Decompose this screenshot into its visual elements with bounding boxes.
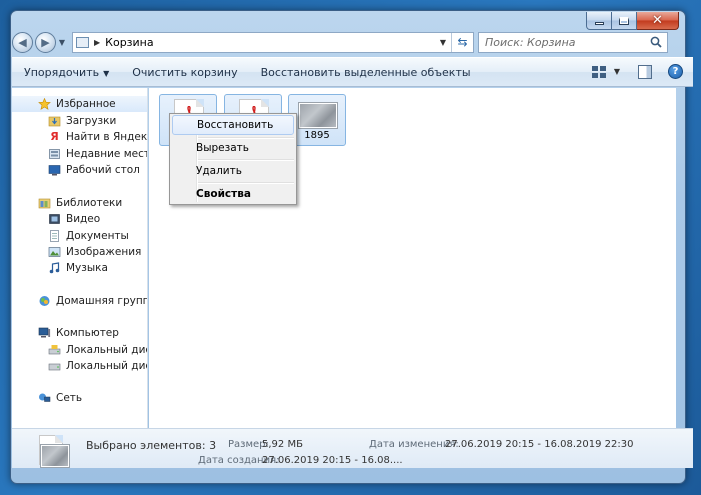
sidebar-item-label: Домашняя группа bbox=[56, 295, 148, 307]
organize-label: Упорядочить bbox=[24, 65, 100, 79]
modified-value: 27.06.2019 20:15 - 16.08.2019 22:30 bbox=[445, 439, 634, 450]
sidebar-item-label: Рабочий стол bbox=[66, 164, 140, 176]
preview-pane-icon[interactable] bbox=[638, 64, 652, 79]
breadcrumb-location[interactable]: Корзина bbox=[105, 36, 153, 49]
sidebar-item-network[interactable]: Сеть bbox=[12, 390, 147, 406]
address-bar[interactable]: ▶ Корзина ▼ ⇆ bbox=[72, 31, 474, 53]
sidebar-item-label: Видео bbox=[66, 213, 101, 225]
organize-button[interactable]: Упорядочить ▼ bbox=[24, 66, 120, 79]
view-options-dropdown[interactable]: ▼ bbox=[614, 67, 620, 76]
caption-buttons: ✕ bbox=[586, 12, 679, 30]
recent-places-icon bbox=[49, 149, 60, 159]
sidebar-item-video[interactable]: Видео bbox=[12, 211, 147, 227]
address-dropdown-icon[interactable]: ▼ bbox=[435, 38, 451, 47]
menu-item-delete[interactable]: Удалить bbox=[196, 161, 242, 181]
sidebar-item-favorites[interactable]: Избранное bbox=[12, 96, 147, 112]
refresh-icon[interactable]: ⇆ bbox=[451, 32, 473, 52]
change-view-icon[interactable] bbox=[591, 65, 606, 78]
image-thumbnail bbox=[41, 445, 69, 467]
sidebar-item-label: Документы bbox=[66, 230, 129, 242]
sidebar-item-libraries[interactable]: Библиотеки bbox=[12, 195, 147, 211]
sidebar-item-label: Загрузки bbox=[66, 115, 117, 127]
sidebar-item-label: Найти в Яндексе bbox=[66, 131, 148, 143]
system-drive-icon bbox=[48, 345, 61, 355]
music-icon bbox=[49, 262, 60, 274]
yandex-icon: Я bbox=[50, 130, 59, 143]
navigation-pane: Избранное Загрузки Я Найти в Яндексе Нед… bbox=[12, 88, 148, 428]
forward-button[interactable]: ▶ bbox=[35, 31, 56, 53]
sidebar-item-disk-d[interactable]: Локальный диск (D:) bbox=[12, 358, 147, 374]
downloads-folder-icon bbox=[48, 116, 61, 127]
search-input[interactable] bbox=[485, 35, 645, 49]
sidebar-item-label: Избранное bbox=[56, 98, 116, 110]
sidebar-item-label: Компьютер bbox=[56, 327, 119, 339]
video-icon bbox=[49, 214, 60, 224]
maximize-button[interactable] bbox=[612, 12, 637, 30]
selected-count: Выбрано элементов: 3 bbox=[86, 439, 217, 452]
sidebar-item-label: Сеть bbox=[56, 392, 83, 404]
search-icon[interactable] bbox=[650, 36, 662, 48]
close-icon: ✕ bbox=[652, 13, 663, 28]
sidebar-item-label: Локальный диск (D:) bbox=[66, 360, 147, 372]
libraries-icon bbox=[38, 198, 51, 209]
menu-item-restore[interactable]: Восстановить bbox=[172, 115, 294, 135]
maximize-icon bbox=[619, 16, 629, 25]
sidebar-item-music[interactable]: Музыка bbox=[12, 260, 147, 276]
sidebar-item-recent[interactable]: Недавние места bbox=[12, 146, 148, 162]
close-button[interactable]: ✕ bbox=[637, 12, 679, 30]
menu-item-cut[interactable]: Вырезать bbox=[196, 138, 249, 158]
computer-icon bbox=[38, 327, 51, 338]
back-button[interactable]: ◀ bbox=[12, 31, 33, 53]
size-value: 5,92 МБ bbox=[262, 439, 303, 450]
sidebar-item-label: Библиотеки bbox=[56, 197, 123, 209]
sidebar-item-homegroup[interactable]: Домашняя группа bbox=[12, 293, 148, 309]
restore-selected-button[interactable]: Восстановить выделенные объекты bbox=[261, 66, 482, 79]
network-icon bbox=[39, 393, 51, 402]
sidebar-item-label: Недавние места bbox=[66, 148, 148, 160]
minimize-icon bbox=[594, 22, 604, 25]
drive-icon bbox=[48, 363, 61, 371]
context-menu: Восстановить Вырезать Удалить Свойства bbox=[169, 113, 297, 205]
images-icon bbox=[48, 247, 61, 257]
sidebar-item-label: Изображения bbox=[66, 246, 142, 258]
back-arrow-icon: ◀ bbox=[18, 35, 27, 49]
breadcrumb-arrow-icon[interactable]: ▶ bbox=[94, 38, 100, 47]
recycle-bin-icon bbox=[76, 36, 89, 48]
sidebar-item-documents[interactable]: Документы bbox=[12, 228, 147, 244]
image-thumbnail bbox=[299, 103, 337, 128]
search-box[interactable] bbox=[478, 31, 668, 53]
menu-item-properties[interactable]: Свойства bbox=[196, 184, 251, 204]
address-row: ◀ ▶ ▼ ▶ Корзина ▼ ⇆ bbox=[12, 30, 693, 54]
sidebar-item-yandex[interactable]: Я Найти в Яндексе bbox=[12, 129, 148, 145]
selection-preview-icon bbox=[39, 435, 69, 467]
homegroup-icon bbox=[39, 296, 50, 306]
created-value: 27.06.2019 20:15 - 16.08.... bbox=[262, 455, 403, 466]
sidebar-item-downloads[interactable]: Загрузки bbox=[12, 113, 147, 129]
star-icon bbox=[38, 98, 51, 110]
file-name: 1895 bbox=[304, 130, 330, 141]
recent-pages-dropdown[interactable]: ▼ bbox=[56, 38, 68, 47]
command-bar: Упорядочить ▼ Очистить корзину Восстанови… bbox=[12, 57, 693, 87]
sidebar-item-disk-c[interactable]: Локальный диск (C:) bbox=[12, 342, 147, 358]
sidebar-item-images[interactable]: Изображения bbox=[12, 244, 147, 260]
empty-recycle-bin-button[interactable]: Очистить корзину bbox=[132, 66, 248, 79]
sidebar-item-label: Музыка bbox=[66, 262, 108, 274]
details-pane: Выбрано элементов: 3 Размер: 5,92 МБ Дат… bbox=[12, 428, 693, 468]
sidebar-item-desktop[interactable]: Рабочий стол bbox=[12, 162, 147, 178]
forward-arrow-icon: ▶ bbox=[41, 35, 50, 49]
sidebar-item-label: Локальный диск (C:) bbox=[66, 344, 147, 356]
minimize-button[interactable] bbox=[586, 12, 612, 30]
sidebar-item-computer[interactable]: Компьютер bbox=[12, 325, 147, 341]
help-icon[interactable]: ? bbox=[668, 64, 683, 79]
desktop-icon bbox=[48, 165, 61, 176]
documents-icon bbox=[50, 230, 59, 242]
chevron-down-icon: ▼ bbox=[103, 68, 110, 78]
